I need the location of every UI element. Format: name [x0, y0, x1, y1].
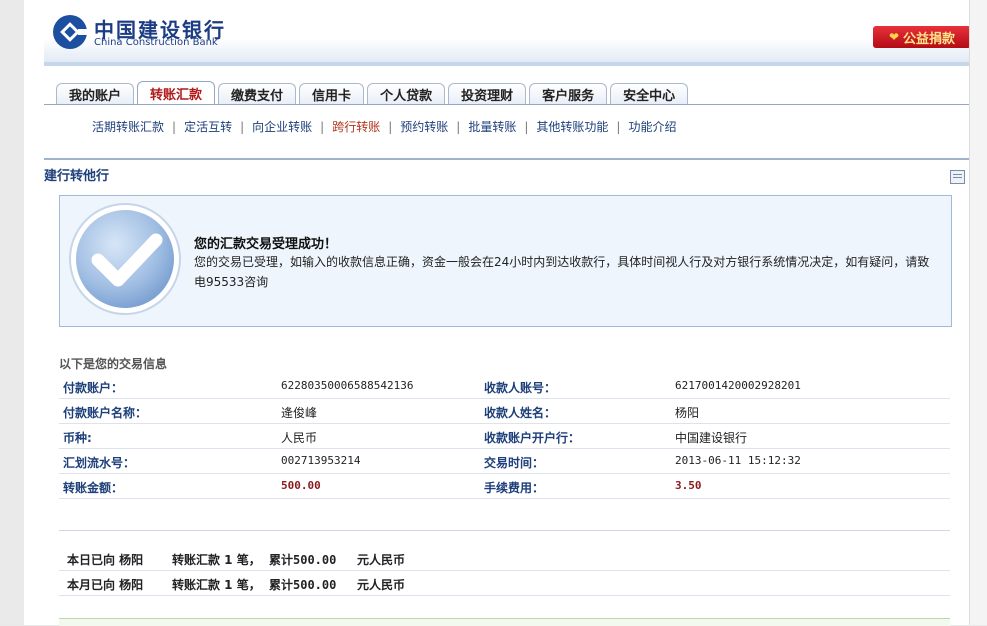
- tab-investment[interactable]: 投资理财: [448, 83, 527, 104]
- left-margin: [0, 0, 24, 625]
- transaction-time-value: 2013-06-11 15:12:32: [675, 454, 801, 467]
- right-side-panel: [969, 0, 987, 625]
- subnav-to-enterprise[interactable]: 向企业转账: [244, 118, 320, 135]
- payee-account-value: 6217001420002928201: [675, 379, 801, 392]
- success-message: 您的交易已受理，如输入的收款信息正确，资金一般会在24小时内到达收款行，具体时间…: [194, 255, 930, 289]
- serial-number-value: 002713953214: [281, 454, 361, 467]
- tab-baseline: [44, 104, 969, 105]
- success-message-box: 您的汇款交易受理成功！ 您的交易已受理，如输入的收款信息正确，资金一般会在24小…: [59, 195, 952, 327]
- section-divider: [44, 158, 969, 160]
- success-title: 您的汇款交易受理成功！: [194, 237, 338, 252]
- subnav-fixed-current[interactable]: 定活互转: [176, 118, 240, 135]
- transfer-summary: 本日已向 杨阳 转账汇款 1 笔， 累计500.00 元人民币 本月已向 杨阳 …: [59, 546, 950, 596]
- payee-name-label: 收款人姓名：: [484, 406, 557, 420]
- main-content: 中国建设银行 China Construction Bank ❤ 公益捐款 我的…: [24, 0, 971, 626]
- subnav-current-transfer[interactable]: 活期转账汇款: [84, 118, 172, 135]
- subnav-other[interactable]: 其他转账功能: [528, 118, 616, 135]
- section-title: 建行转他行: [44, 169, 110, 184]
- payer-name-value: 逄俊峰: [281, 406, 318, 420]
- subnav-scheduled[interactable]: 预约转账: [392, 118, 456, 135]
- tab-transfer[interactable]: 转账汇款: [137, 81, 216, 104]
- amount-label: 转账金额：: [63, 481, 124, 495]
- payer-account-value: 6228035000658854213​6: [281, 379, 414, 392]
- currency-label: 币种:: [63, 431, 92, 445]
- ccb-logo-icon: [53, 15, 88, 49]
- sub-navigation: 活期转账汇款 | 定活互转 | 向企业转账 | 跨行转账 | 预约转账 | 批量转账 | 其…: [84, 118, 684, 135]
- tab-customer-service[interactable]: 客户服务: [529, 83, 608, 104]
- amount-value: 500.00: [281, 479, 321, 492]
- currency-value: 人民币: [281, 431, 318, 445]
- print-icon[interactable]: [950, 170, 965, 184]
- tab-my-account[interactable]: 我的账户: [56, 83, 135, 104]
- table-row: 转账金额： 500.00 手续费用： 3.50: [59, 474, 950, 499]
- subnav-batch[interactable]: 批量转账: [460, 118, 524, 135]
- payee-bank-value: 中国建设银行: [675, 431, 748, 445]
- tab-payment[interactable]: 缴费支付: [218, 83, 297, 104]
- summary-divider: [59, 530, 950, 531]
- charity-donation-button[interactable]: ❤ 公益捐款: [873, 26, 971, 48]
- tab-personal-loan[interactable]: 个人贷款: [367, 83, 446, 104]
- transaction-time-label: 交易时间：: [484, 456, 545, 470]
- bank-name-en: China Construction Bank: [94, 37, 218, 48]
- payee-account-label: 收款人账号：: [484, 381, 557, 395]
- fee-label: 手续费用：: [484, 481, 545, 495]
- summary-row-month: 本月已向 杨阳 转账汇款 1 笔， 累计500.00 元人民币: [59, 571, 950, 596]
- summary-row-today: 本日已向 杨阳 转账汇款 1 笔， 累计500.00 元人民币: [59, 546, 950, 571]
- tab-credit-card[interactable]: 信用卡: [299, 83, 365, 104]
- subnav-interbank[interactable]: 跨行转账: [324, 118, 388, 135]
- page: 中国建设银行 China Construction Bank ❤ 公益捐款 我的…: [0, 0, 987, 626]
- subnav-intro[interactable]: 功能介绍: [620, 118, 684, 135]
- payer-account-label: 付款账户：: [63, 381, 124, 395]
- serial-number-label: 汇划流水号：: [63, 456, 136, 470]
- table-row: 付款账户名称： 逄俊峰 收款人姓名： 杨阳: [59, 399, 950, 424]
- fee-value: 3.50: [675, 479, 702, 492]
- payee-bank-label: 收款账户开户行：: [484, 431, 581, 445]
- payee-name-value: 杨阳: [675, 406, 700, 420]
- charity-label: 公益捐款: [903, 31, 956, 47]
- main-tabs: 我的账户 转账汇款 缴费支付 信用卡 个人贷款 投资理财 客户服务 安全中心: [56, 81, 689, 105]
- success-check-icon: [69, 203, 181, 315]
- payer-name-label: 付款账户名称：: [63, 406, 148, 420]
- heart-icon: ❤: [888, 30, 900, 44]
- table-row: 汇划流水号： 002713953214 交易时间： 2013-06-11 15:…: [59, 449, 950, 474]
- transaction-info-heading: 以下是您的交易信息: [59, 357, 168, 371]
- header-divider: [44, 62, 969, 66]
- table-row: 币种: 人民币 收款账户开户行： 中国建设银行: [59, 424, 950, 449]
- table-row: 付款账户： 6228035000658854213​6 收款人账号： 62170…: [59, 374, 950, 399]
- transaction-info-table: 付款账户： 6228035000658854213​6 收款人账号： 62170…: [59, 374, 950, 499]
- tab-security-center[interactable]: 安全中心: [610, 83, 689, 104]
- header: 中国建设银行 China Construction Bank ❤ 公益捐款: [44, 0, 971, 64]
